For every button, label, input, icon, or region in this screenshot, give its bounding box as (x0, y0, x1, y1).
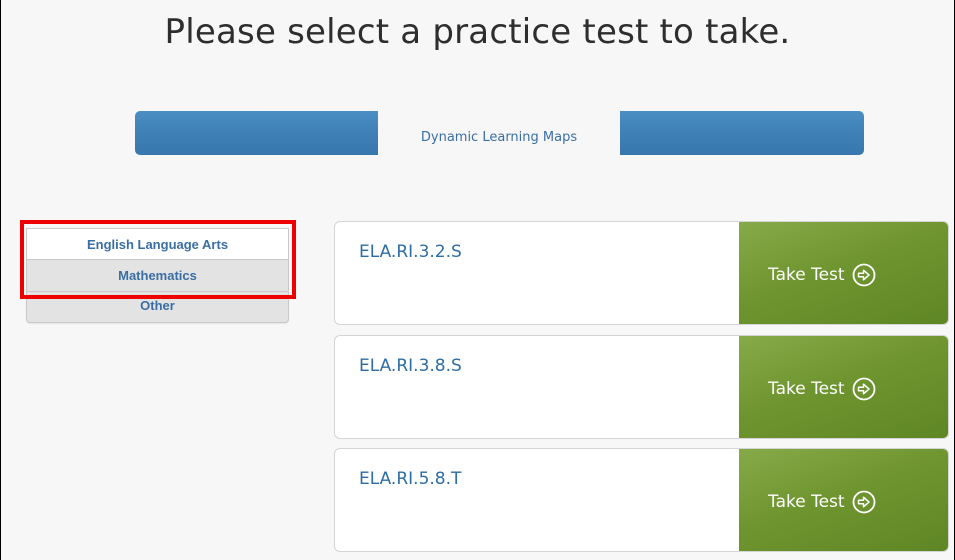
arrow-circle-right-icon (852, 263, 876, 287)
test-card: ELA.RI.5.8.T Take Test (334, 448, 949, 552)
take-test-button[interactable]: Take Test (739, 336, 948, 438)
arrow-circle-right-icon (852, 377, 876, 401)
test-name: ELA.RI.3.2.S (359, 242, 462, 262)
subject-list: English Language Arts Mathematics Other (26, 228, 289, 323)
take-test-label: Take Test (768, 492, 845, 512)
practice-test-page: Please select a practice test to take. D… (0, 0, 955, 560)
take-test-label: Take Test (768, 379, 845, 399)
take-test-button[interactable]: Take Test (739, 222, 948, 324)
subject-english-language-arts[interactable]: English Language Arts (26, 228, 289, 260)
subject-mathematics[interactable]: Mathematics (26, 260, 289, 292)
test-name: ELA.RI.5.8.T (359, 469, 462, 489)
take-test-label: Take Test (768, 265, 845, 285)
arrow-circle-right-icon (852, 490, 876, 514)
test-card: ELA.RI.3.8.S Take Test (334, 335, 949, 439)
page-title: Please select a practice test to take. (164, 12, 791, 52)
subject-other[interactable]: Other (26, 292, 289, 323)
test-name: ELA.RI.3.8.S (359, 356, 462, 376)
test-card: ELA.RI.3.2.S Take Test (334, 221, 949, 325)
tab-dynamic-learning-maps[interactable]: Dynamic Learning Maps (378, 111, 620, 157)
take-test-button[interactable]: Take Test (739, 449, 948, 551)
